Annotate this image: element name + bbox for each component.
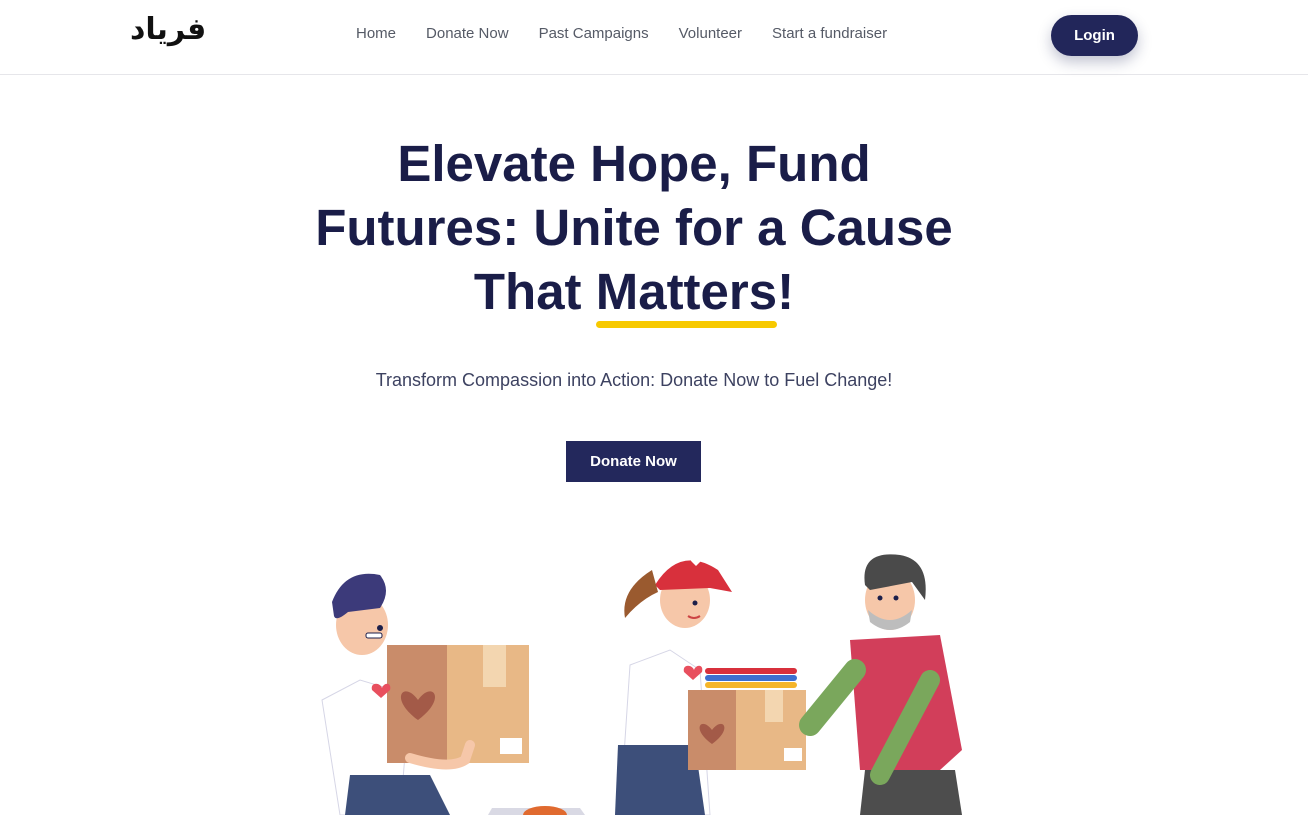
nav-volunteer[interactable]: Volunteer [679,25,742,42]
nav-past-campaigns[interactable]: Past Campaigns [539,25,649,42]
hero-heading: Elevate Hope, Fund Futures: Unite for a … [304,132,964,328]
volunteer-center-figure [615,556,806,815]
volunteer-right-figure [799,554,962,815]
hero-subtitle: Transform Compassion into Action: Donate… [375,370,893,390]
hero-heading-end: ! [777,263,795,320]
volunteer-left-figure [321,573,529,815]
hero-heading-highlight: Matters [595,260,778,328]
nav-start-fundraiser[interactable]: Start a fundraiser [772,25,887,42]
main-nav: Home Donate Now Past Campaigns Volunteer… [356,25,887,42]
highlight-underline [595,321,778,328]
brand-logo[interactable]: فریاد [130,12,206,47]
login-button[interactable]: Login [1051,15,1138,56]
donate-now-button[interactable]: Donate Now [566,441,701,482]
top-navbar: فریاد Home Donate Now Past Campaigns Vol… [0,0,1308,75]
nav-home[interactable]: Home [356,25,396,42]
highlight-word: Matters [595,263,778,320]
volunteers-donation-illustration [321,554,962,815]
nav-donate-now[interactable]: Donate Now [426,25,509,42]
